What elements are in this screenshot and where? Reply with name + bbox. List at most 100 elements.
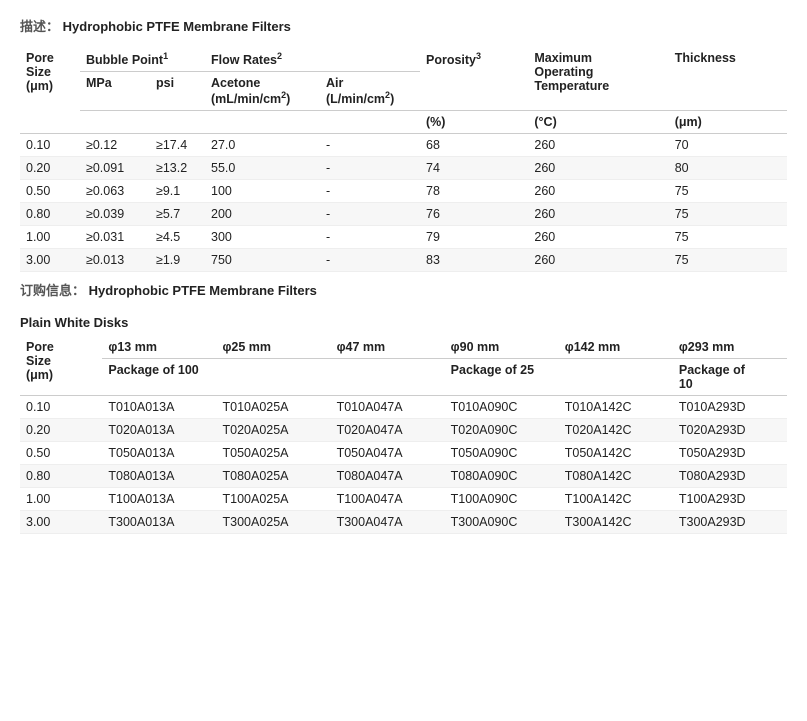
cell-mpa: ≥0.039 <box>80 203 150 226</box>
order-cell-phi13: T020A013A <box>102 419 216 442</box>
order-cell-phi13: T010A013A <box>102 396 216 419</box>
cell-porosity: 68 <box>420 134 528 157</box>
order-header-pkg100: Package of 100 <box>102 359 444 396</box>
description-line: 描述： Hydrophobic PTFE Membrane Filters <box>20 16 787 35</box>
ordering-section-title: Plain White Disks <box>20 315 787 330</box>
order-header-pkg25: Package of 25 <box>445 359 673 396</box>
order-info-line: 订购信息： Hydrophobic PTFE Membrane Filters <box>20 280 787 299</box>
order-cell-phi90: T300A090C <box>445 511 559 534</box>
header-flow-rates: Flow Rates2 <box>205 47 420 72</box>
cell-psi: ≥4.5 <box>150 226 205 249</box>
order-cell-phi47: T300A047A <box>331 511 445 534</box>
cell-pore: 3.00 <box>20 249 80 272</box>
cell-max-temp: 260 <box>528 249 668 272</box>
order-cell-phi13: T050A013A <box>102 442 216 465</box>
table-row: 0.10 ≥0.12 ≥17.4 27.0 - 68 260 70 <box>20 134 787 157</box>
header-thickness-unit: (μm) <box>669 111 787 134</box>
order-cell-phi293: T080A293D <box>673 465 787 488</box>
cell-thickness: 75 <box>669 226 787 249</box>
order-header-phi47: φ47 mm <box>331 336 445 359</box>
cell-pore: 0.50 <box>20 180 80 203</box>
header-air: Air(L/min/cm2) <box>320 72 420 111</box>
order-cell-phi90: T050A090C <box>445 442 559 465</box>
cell-thickness: 75 <box>669 180 787 203</box>
cell-max-temp: 260 <box>528 226 668 249</box>
order-cell-phi142: T020A142C <box>559 419 673 442</box>
table-row: 0.10 T010A013A T010A025A T010A047A T010A… <box>20 396 787 419</box>
table-row: 3.00 T300A013A T300A025A T300A047A T300A… <box>20 511 787 534</box>
order-cell-phi142: T010A142C <box>559 396 673 419</box>
order-cell-phi293: T050A293D <box>673 442 787 465</box>
cell-porosity: 74 <box>420 157 528 180</box>
table-row: 0.80 T080A013A T080A025A T080A047A T080A… <box>20 465 787 488</box>
order-info-label: 订购信息： <box>20 283 85 298</box>
header-psi-unit <box>150 111 205 134</box>
header-porosity: Porosity3 <box>420 47 528 111</box>
header-mpa: MPa <box>80 72 150 111</box>
cell-psi: ≥1.9 <box>150 249 205 272</box>
order-cell-phi47: T010A047A <box>331 396 445 419</box>
order-header-phi13: φ13 mm <box>102 336 216 359</box>
order-cell-phi25: T020A025A <box>216 419 330 442</box>
cell-max-temp: 260 <box>528 203 668 226</box>
order-cell-phi90: T010A090C <box>445 396 559 419</box>
order-cell-phi142: T300A142C <box>559 511 673 534</box>
cell-acetone: 27.0 <box>205 134 320 157</box>
order-cell-phi142: T100A142C <box>559 488 673 511</box>
order-cell-phi293: T010A293D <box>673 396 787 419</box>
order-cell-phi25: T080A025A <box>216 465 330 488</box>
cell-porosity: 78 <box>420 180 528 203</box>
order-header-pore-size: PoreSize(μm) <box>20 336 102 396</box>
cell-porosity: 76 <box>420 203 528 226</box>
order-cell-pore: 1.00 <box>20 488 102 511</box>
order-header-phi25: φ25 mm <box>216 336 330 359</box>
cell-psi: ≥9.1 <box>150 180 205 203</box>
cell-mpa: ≥0.12 <box>80 134 150 157</box>
description-value: Hydrophobic PTFE Membrane Filters <box>63 19 291 34</box>
order-cell-phi90: T020A090C <box>445 419 559 442</box>
cell-porosity: 79 <box>420 226 528 249</box>
header-acetone-unit <box>205 111 320 134</box>
ordering-table: PoreSize(μm) φ13 mm φ25 mm φ47 mm φ90 mm… <box>20 336 787 534</box>
table-row: 3.00 ≥0.013 ≥1.9 750 - 83 260 75 <box>20 249 787 272</box>
cell-mpa: ≥0.091 <box>80 157 150 180</box>
cell-thickness: 80 <box>669 157 787 180</box>
header-psi: psi <box>150 72 205 111</box>
order-header-phi293: φ293 mm <box>673 336 787 359</box>
header-max-temp: MaximumOperatingTemperature <box>528 47 668 111</box>
cell-max-temp: 260 <box>528 134 668 157</box>
header-acetone: Acetone(mL/min/cm2) <box>205 72 320 111</box>
header-air-unit <box>320 111 420 134</box>
table-row: 1.00 T100A013A T100A025A T100A047A T100A… <box>20 488 787 511</box>
cell-pore: 1.00 <box>20 226 80 249</box>
cell-max-temp: 260 <box>528 180 668 203</box>
order-cell-pore: 0.80 <box>20 465 102 488</box>
order-cell-phi25: T300A025A <box>216 511 330 534</box>
cell-air: - <box>320 226 420 249</box>
order-cell-phi13: T300A013A <box>102 511 216 534</box>
order-cell-phi47: T080A047A <box>331 465 445 488</box>
order-cell-phi293: T100A293D <box>673 488 787 511</box>
cell-pore: 0.80 <box>20 203 80 226</box>
order-cell-pore: 0.20 <box>20 419 102 442</box>
cell-thickness: 75 <box>669 249 787 272</box>
cell-psi: ≥5.7 <box>150 203 205 226</box>
order-cell-phi47: T020A047A <box>331 419 445 442</box>
cell-air: - <box>320 157 420 180</box>
order-cell-phi25: T010A025A <box>216 396 330 419</box>
cell-acetone: 55.0 <box>205 157 320 180</box>
order-cell-phi293: T020A293D <box>673 419 787 442</box>
cell-air: - <box>320 249 420 272</box>
table-row: 0.20 T020A013A T020A025A T020A047A T020A… <box>20 419 787 442</box>
cell-pore: 0.20 <box>20 157 80 180</box>
cell-max-temp: 260 <box>528 157 668 180</box>
order-cell-phi25: T100A025A <box>216 488 330 511</box>
order-cell-phi142: T080A142C <box>559 465 673 488</box>
cell-mpa: ≥0.063 <box>80 180 150 203</box>
order-cell-pore: 3.00 <box>20 511 102 534</box>
cell-pore: 0.10 <box>20 134 80 157</box>
header-bubble-point: Bubble Point1 <box>80 47 205 72</box>
cell-air: - <box>320 180 420 203</box>
properties-table: PoreSize(μm) Bubble Point1 Flow Rates2 P… <box>20 47 787 272</box>
cell-thickness: 75 <box>669 203 787 226</box>
